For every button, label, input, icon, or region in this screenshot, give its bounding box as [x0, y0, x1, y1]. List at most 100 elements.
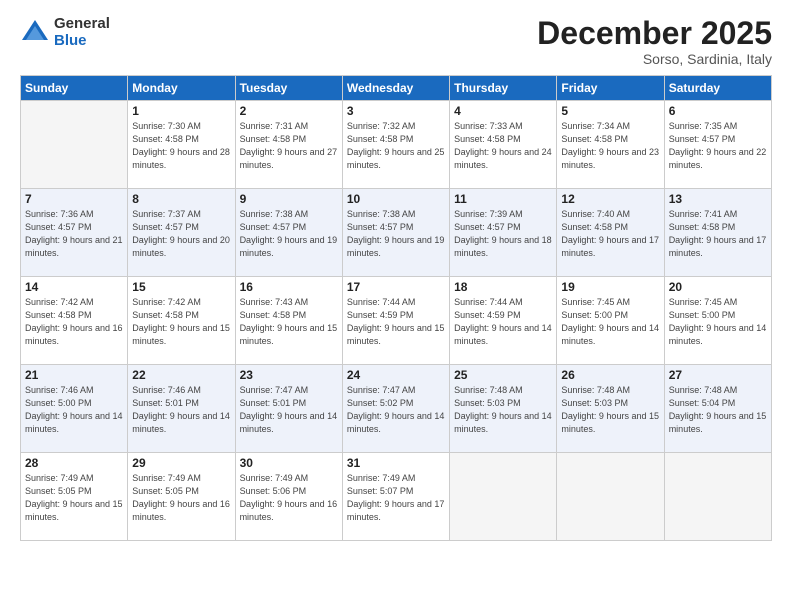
col-saturday: Saturday — [664, 76, 771, 101]
logo-general-label: General — [54, 16, 110, 33]
day-number: 6 — [669, 104, 767, 118]
table-cell: 8 Sunrise: 7:37 AMSunset: 4:57 PMDaylight… — [128, 189, 235, 277]
day-number: 17 — [347, 280, 445, 294]
table-cell: 3Sunrise: 7:32 AMSunset: 4:58 PMDaylight… — [342, 101, 449, 189]
day-info: Sunrise: 7:43 AMSunset: 4:58 PMDaylight:… — [240, 296, 338, 348]
table-cell — [664, 453, 771, 541]
page: General Blue December 2025 Sorso, Sardin… — [0, 0, 792, 612]
day-number: 9 — [240, 192, 338, 206]
day-number: 13 — [669, 192, 767, 206]
table-cell: 16 Sunrise: 7:43 AMSunset: 4:58 PMDayligh… — [235, 277, 342, 365]
day-number: 22 — [132, 368, 230, 382]
col-thursday: Thursday — [450, 76, 557, 101]
day-number: 8 — [132, 192, 230, 206]
day-info: Sunrise: 7:32 AMSunset: 4:58 PMDaylight:… — [347, 120, 445, 172]
day-number: 12 — [561, 192, 659, 206]
table-cell: 15Sunrise: 7:42 AMSunset: 4:58 PMDayligh… — [128, 277, 235, 365]
table-cell: 10Sunrise: 7:38 AMSunset: 4:57 PMDayligh… — [342, 189, 449, 277]
day-info: Sunrise: 7:42 AMSunset: 4:58 PMDaylight:… — [132, 296, 230, 348]
day-number: 31 — [347, 456, 445, 470]
table-cell: 11 Sunrise: 7:39 AMSunset: 4:57 PMDayligh… — [450, 189, 557, 277]
table-cell: 18Sunrise: 7:44 AMSunset: 4:59 PMDayligh… — [450, 277, 557, 365]
day-info: Sunrise: 7:48 AMSunset: 5:04 PMDaylight:… — [669, 384, 767, 436]
location: Sorso, Sardinia, Italy — [537, 51, 772, 67]
day-number: 30 — [240, 456, 338, 470]
day-info: Sunrise: 7:34 AMSunset: 4:58 PMDaylight:… — [561, 120, 659, 172]
day-info: Sunrise: 7:49 AMSunset: 5:06 PMDaylight:… — [240, 472, 338, 524]
day-info: Sunrise: 7:35 AMSunset: 4:57 PMDaylight:… — [669, 120, 767, 172]
day-number: 23 — [240, 368, 338, 382]
day-info: Sunrise: 7:42 AMSunset: 4:58 PMDaylight:… — [25, 296, 123, 348]
day-number: 24 — [347, 368, 445, 382]
table-cell: 27 Sunrise: 7:48 AMSunset: 5:04 PMDayligh… — [664, 365, 771, 453]
day-number: 2 — [240, 104, 338, 118]
table-row: 14 Sunrise: 7:42 AMSunset: 4:58 PMDayligh… — [21, 277, 772, 365]
table-cell: 23 Sunrise: 7:47 AMSunset: 5:01 PMDayligh… — [235, 365, 342, 453]
day-info: Sunrise: 7:47 AMSunset: 5:01 PMDaylight:… — [240, 384, 338, 436]
day-number: 11 — [454, 192, 552, 206]
table-cell — [450, 453, 557, 541]
day-number: 27 — [669, 368, 767, 382]
table-cell: 29Sunrise: 7:49 AMSunset: 5:05 PMDayligh… — [128, 453, 235, 541]
day-info: Sunrise: 7:48 AMSunset: 5:03 PMDaylight:… — [561, 384, 659, 436]
calendar-table: Sunday Monday Tuesday Wednesday Thursday… — [20, 75, 772, 541]
day-number: 7 — [25, 192, 123, 206]
table-cell: 28 Sunrise: 7:49 AMSunset: 5:05 PMDayligh… — [21, 453, 128, 541]
table-cell: 6 Sunrise: 7:35 AMSunset: 4:57 PMDaylight… — [664, 101, 771, 189]
day-number: 16 — [240, 280, 338, 294]
day-number: 21 — [25, 368, 123, 382]
day-number: 4 — [454, 104, 552, 118]
day-info: Sunrise: 7:47 AMSunset: 5:02 PMDaylight:… — [347, 384, 445, 436]
day-number: 28 — [25, 456, 123, 470]
logo-icon — [20, 18, 50, 48]
day-info: Sunrise: 7:49 AMSunset: 5:07 PMDaylight:… — [347, 472, 445, 524]
day-number: 18 — [454, 280, 552, 294]
table-row: 21Sunrise: 7:46 AMSunset: 5:00 PMDayligh… — [21, 365, 772, 453]
table-cell: 17 Sunrise: 7:44 AMSunset: 4:59 PMDayligh… — [342, 277, 449, 365]
day-info: Sunrise: 7:38 AMSunset: 4:57 PMDaylight:… — [347, 208, 445, 260]
day-number: 5 — [561, 104, 659, 118]
col-sunday: Sunday — [21, 76, 128, 101]
day-number: 25 — [454, 368, 552, 382]
table-cell: 21Sunrise: 7:46 AMSunset: 5:00 PMDayligh… — [21, 365, 128, 453]
table-cell — [21, 101, 128, 189]
day-info: Sunrise: 7:39 AMSunset: 4:57 PMDaylight:… — [454, 208, 552, 260]
day-info: Sunrise: 7:40 AMSunset: 4:58 PMDaylight:… — [561, 208, 659, 260]
table-cell: 20 Sunrise: 7:45 AMSunset: 5:00 PMDayligh… — [664, 277, 771, 365]
table-cell: 22 Sunrise: 7:46 AMSunset: 5:01 PMDayligh… — [128, 365, 235, 453]
col-monday: Monday — [128, 76, 235, 101]
header: General Blue December 2025 Sorso, Sardin… — [20, 16, 772, 67]
table-cell: 24 Sunrise: 7:47 AMSunset: 5:02 PMDayligh… — [342, 365, 449, 453]
month-title: December 2025 — [537, 16, 772, 51]
col-wednesday: Wednesday — [342, 76, 449, 101]
table-row: 1Sunrise: 7:30 AMSunset: 4:58 PMDaylight… — [21, 101, 772, 189]
table-cell: 26Sunrise: 7:48 AMSunset: 5:03 PMDayligh… — [557, 365, 664, 453]
calendar-header-row: Sunday Monday Tuesday Wednesday Thursday… — [21, 76, 772, 101]
table-cell: 19 Sunrise: 7:45 AMSunset: 5:00 PMDayligh… — [557, 277, 664, 365]
day-number: 20 — [669, 280, 767, 294]
day-number: 29 — [132, 456, 230, 470]
day-number: 19 — [561, 280, 659, 294]
day-number: 14 — [25, 280, 123, 294]
col-friday: Friday — [557, 76, 664, 101]
day-info: Sunrise: 7:45 AMSunset: 5:00 PMDaylight:… — [561, 296, 659, 348]
day-number: 1 — [132, 104, 230, 118]
table-cell — [557, 453, 664, 541]
table-cell: 30 Sunrise: 7:49 AMSunset: 5:06 PMDayligh… — [235, 453, 342, 541]
table-row: 28 Sunrise: 7:49 AMSunset: 5:05 PMDayligh… — [21, 453, 772, 541]
day-info: Sunrise: 7:36 AMSunset: 4:57 PMDaylight:… — [25, 208, 123, 260]
day-info: Sunrise: 7:37 AMSunset: 4:57 PMDaylight:… — [132, 208, 230, 260]
table-cell: 14 Sunrise: 7:42 AMSunset: 4:58 PMDayligh… — [21, 277, 128, 365]
logo-blue-label: Blue — [54, 33, 110, 50]
day-info: Sunrise: 7:45 AMSunset: 5:00 PMDaylight:… — [669, 296, 767, 348]
table-cell: 7 Sunrise: 7:36 AMSunset: 4:57 PMDaylight… — [21, 189, 128, 277]
day-info: Sunrise: 7:33 AMSunset: 4:58 PMDaylight:… — [454, 120, 552, 172]
day-info: Sunrise: 7:38 AMSunset: 4:57 PMDaylight:… — [240, 208, 338, 260]
title-block: December 2025 Sorso, Sardinia, Italy — [537, 16, 772, 67]
table-cell: 12 Sunrise: 7:40 AMSunset: 4:58 PMDayligh… — [557, 189, 664, 277]
day-info: Sunrise: 7:48 AMSunset: 5:03 PMDaylight:… — [454, 384, 552, 436]
day-info: Sunrise: 7:44 AMSunset: 4:59 PMDaylight:… — [347, 296, 445, 348]
table-cell: 13Sunrise: 7:41 AMSunset: 4:58 PMDayligh… — [664, 189, 771, 277]
day-info: Sunrise: 7:46 AMSunset: 5:01 PMDaylight:… — [132, 384, 230, 436]
day-info: Sunrise: 7:49 AMSunset: 5:05 PMDaylight:… — [25, 472, 123, 524]
